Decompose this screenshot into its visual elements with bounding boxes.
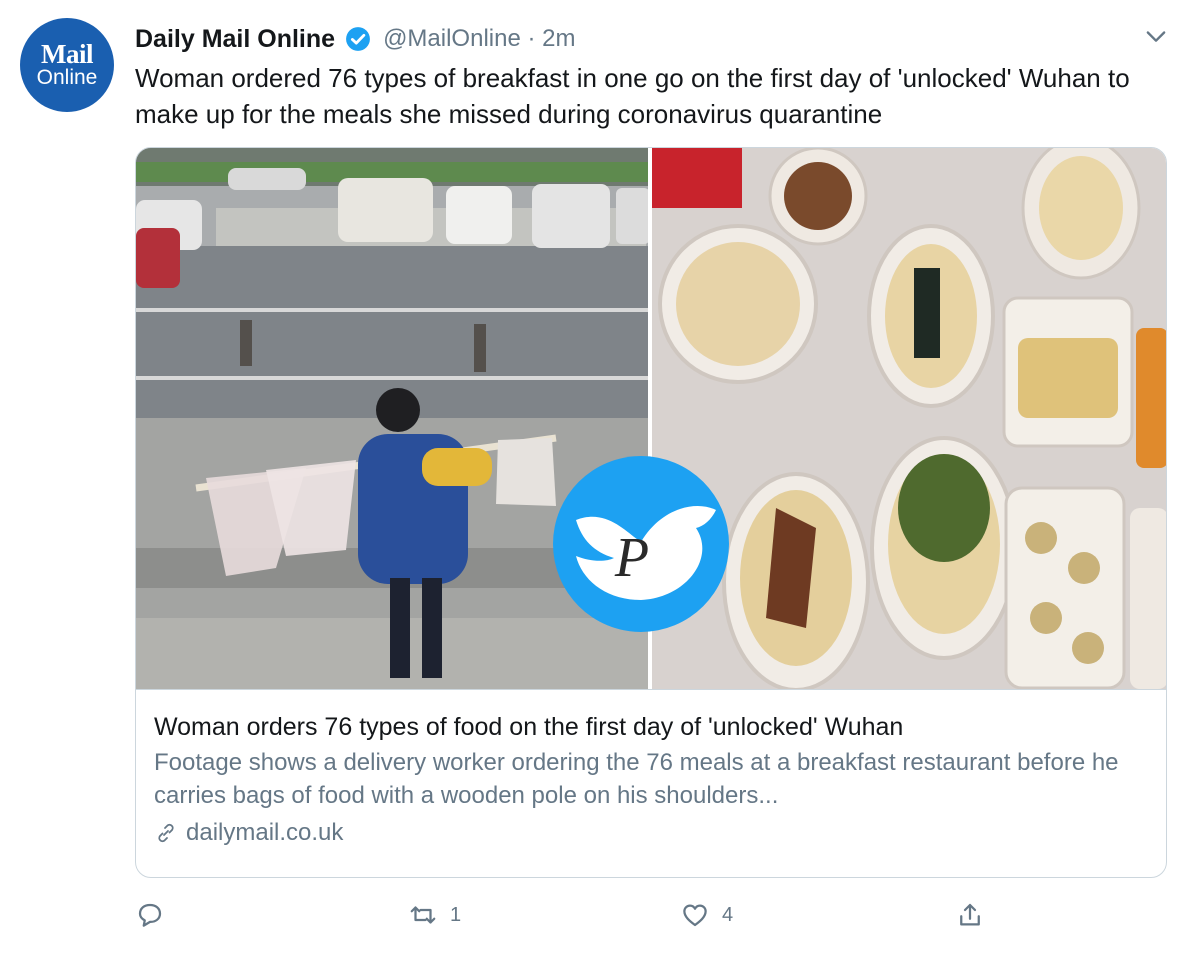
- link-icon: [158, 823, 174, 843]
- tweet-header: Daily Mail Online @MailOnline · 2m: [135, 22, 575, 56]
- like-count: 4: [722, 903, 734, 926]
- retweet-button[interactable]: 1: [408, 893, 461, 937]
- watermark-letter: P: [614, 527, 649, 589]
- reply-icon: [138, 903, 162, 927]
- food-photo: [652, 148, 1166, 689]
- tweet-text: Woman ordered 76 types of breakfast in o…: [135, 63, 1130, 129]
- tweet-actions: 1 4: [135, 893, 995, 937]
- reply-button[interactable]: [135, 893, 177, 937]
- card-image-illustration: P: [136, 148, 1166, 689]
- bird-watermark-icon: P: [553, 456, 729, 632]
- retweet-icon: [410, 906, 436, 924]
- card-domain[interactable]: dailymail.co.uk: [154, 816, 1150, 850]
- card-title: Woman orders 76 types of food on the fir…: [154, 713, 904, 741]
- avatar-line1: Mail: [41, 39, 94, 69]
- card-description: Footage shows a delivery worker ordering…: [154, 749, 1119, 809]
- share-icon: [960, 903, 980, 926]
- like-button[interactable]: 4: [680, 893, 733, 937]
- share-button[interactable]: [955, 893, 985, 937]
- avatar[interactable]: Mail Online: [20, 18, 114, 112]
- card-body[interactable]: Woman orders 76 types of food on the fir…: [136, 689, 1166, 877]
- retweet-count: 1: [450, 903, 462, 926]
- card-image[interactable]: P: [136, 148, 1166, 689]
- verified-badge-icon: [346, 27, 370, 51]
- chevron-down-icon[interactable]: [1142, 22, 1170, 50]
- account-handle-time[interactable]: @MailOnline · 2m: [383, 25, 575, 53]
- avatar-line2: Online: [36, 66, 98, 89]
- account-name[interactable]: Daily Mail Online: [135, 25, 335, 54]
- link-card[interactable]: P Woman orders 76 types of food on the f…: [135, 147, 1167, 878]
- street-photo: [136, 148, 650, 689]
- card-domain-text: dailymail.co.uk: [186, 819, 344, 846]
- like-icon: [683, 904, 707, 927]
